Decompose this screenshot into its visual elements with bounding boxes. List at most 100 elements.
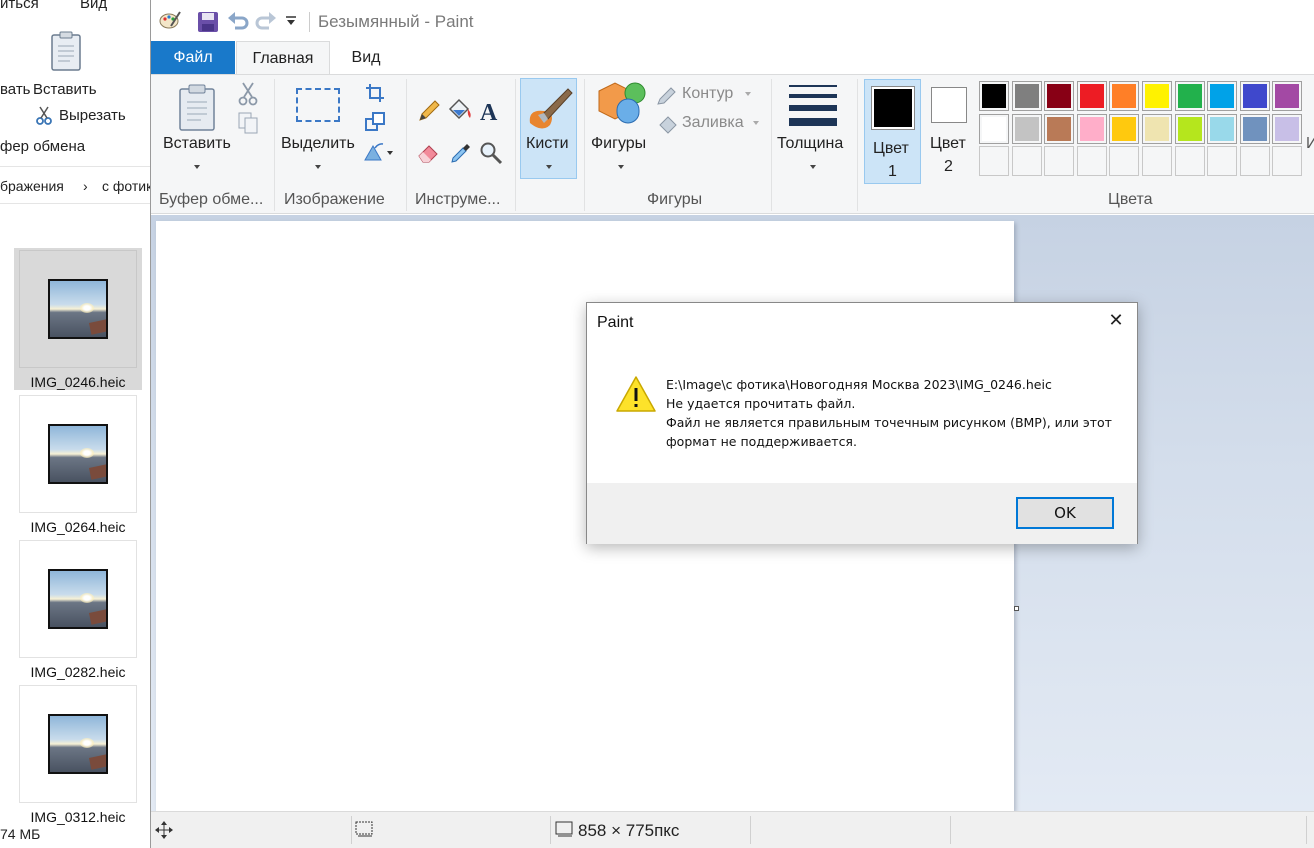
resize-icon[interactable] (365, 112, 385, 132)
paste-button[interactable]: Вставить (163, 135, 231, 153)
explorer-tab-view[interactable]: Вид (80, 0, 107, 12)
palette-color-swatch[interactable] (1207, 113, 1238, 144)
clipboard-group-label: фер обмена (0, 138, 86, 155)
palette-empty-swatch[interactable] (979, 146, 1009, 177)
chevron-down-icon[interactable] (315, 165, 321, 169)
palette-color-swatch[interactable] (1109, 113, 1140, 144)
palette-empty-swatch[interactable] (1044, 146, 1075, 177)
palette-color-swatch[interactable] (1044, 113, 1075, 144)
rotate-icon[interactable] (363, 142, 393, 162)
color2-number[interactable]: 2 (944, 158, 953, 176)
explorer-tab-share[interactable]: иться (0, 0, 39, 12)
palette-color-swatch[interactable] (1011, 113, 1042, 144)
cursor-position-icon (155, 821, 173, 839)
color2-label[interactable]: Цвет (930, 135, 966, 153)
undo-icon[interactable] (227, 12, 249, 30)
palette-empty-swatch[interactable] (1142, 146, 1172, 177)
edit-colors-partial[interactable]: И (1306, 135, 1314, 153)
palette-color-swatch[interactable] (1239, 81, 1270, 111)
color1-button[interactable]: Цвет 1 (864, 79, 921, 184)
cut-button[interactable]: Вырезать (59, 107, 126, 124)
dialog-message-line: формат не поддерживается. (666, 434, 857, 449)
canvas-resize-handle[interactable] (1014, 606, 1019, 611)
ok-button[interactable]: OK (1016, 497, 1114, 529)
paste-label-partial[interactable]: вать (0, 81, 31, 98)
brushes-button[interactable]: Кисти (520, 78, 577, 179)
text-icon[interactable]: A (479, 100, 501, 122)
palette-color-swatch[interactable] (1174, 81, 1205, 111)
fill-bucket-icon[interactable] (446, 97, 474, 123)
shapes-button[interactable]: Фигуры (591, 135, 646, 153)
select-button[interactable]: Выделить (281, 135, 355, 153)
file-item[interactable]: IMG_0312.heic (14, 685, 142, 827)
breadcrumb-item[interactable]: с фотик (102, 178, 152, 194)
file-item[interactable]: IMG_0264.heic (14, 395, 142, 537)
eraser-icon[interactable] (417, 141, 441, 163)
palette-color-swatch[interactable] (1239, 113, 1270, 144)
chevron-down-icon[interactable] (745, 92, 751, 96)
select-icon[interactable] (296, 88, 340, 122)
chevron-down-icon[interactable] (810, 165, 816, 169)
clipboard-paste-icon[interactable] (50, 30, 82, 72)
palette-empty-swatch[interactable] (1272, 146, 1303, 177)
color-picker-icon[interactable] (449, 141, 473, 165)
palette-color-swatch[interactable] (1142, 81, 1172, 111)
image-group-label: Изображение (284, 191, 385, 208)
cut-icon[interactable] (238, 82, 258, 106)
crop-icon[interactable] (365, 83, 385, 103)
photo-thumbnail-image (48, 569, 108, 629)
file-item[interactable]: IMG_0282.heic (14, 540, 142, 682)
ribbon-tabs: Файл Главная Вид (151, 41, 1314, 75)
pencil-icon[interactable] (417, 99, 441, 123)
tab-home[interactable]: Главная (236, 41, 330, 75)
save-icon[interactable] (197, 11, 219, 33)
palette-color-swatch[interactable] (1076, 81, 1107, 111)
palette-empty-swatch[interactable] (1239, 146, 1270, 177)
palette-empty-swatch[interactable] (1207, 146, 1238, 177)
outline-icon[interactable] (656, 86, 678, 106)
paste-button[interactable]: Вставить (33, 81, 97, 98)
color2-button[interactable] (931, 87, 967, 123)
palette-color-swatch[interactable] (1044, 81, 1075, 111)
close-button[interactable]: ✕ (1103, 309, 1129, 333)
title-bar[interactable]: Безымянный - Paint (151, 0, 1314, 41)
palette-color-swatch[interactable] (1272, 81, 1303, 111)
palette-color-swatch[interactable] (1174, 113, 1205, 144)
paint-app-icon[interactable] (159, 10, 181, 30)
palette-color-swatch[interactable] (1076, 113, 1107, 144)
palette-empty-swatch[interactable] (1109, 146, 1140, 177)
fill-icon[interactable] (656, 113, 680, 135)
copy-icon[interactable] (237, 112, 259, 134)
palette-color-swatch[interactable] (1142, 113, 1172, 144)
redo-icon[interactable] (255, 12, 277, 30)
file-thumbnail (19, 250, 137, 368)
paste-icon[interactable] (177, 82, 217, 132)
thickness-button[interactable]: Толщина (777, 135, 843, 153)
breadcrumb-item[interactable]: бражения (0, 178, 64, 194)
dialog-footer: OK (587, 483, 1137, 544)
palette-empty-swatch[interactable] (1011, 146, 1042, 177)
palette-color-swatch[interactable] (979, 81, 1009, 111)
tab-file[interactable]: Файл (151, 41, 235, 75)
palette-empty-swatch[interactable] (1174, 146, 1205, 177)
chevron-down-icon[interactable] (194, 165, 200, 169)
palette-color-swatch[interactable] (1109, 81, 1140, 111)
fill-button[interactable]: Заливка (682, 114, 744, 132)
outline-button[interactable]: Контур (682, 85, 733, 103)
tab-view[interactable]: Вид (331, 41, 401, 75)
magnifier-icon[interactable] (479, 141, 503, 165)
palette-empty-swatch[interactable] (1076, 146, 1107, 177)
customize-quick-access-icon[interactable] (285, 16, 297, 26)
palette-color-swatch[interactable] (979, 113, 1009, 144)
file-thumbnail (19, 685, 137, 803)
palette-color-swatch[interactable] (1011, 81, 1042, 111)
shapes-icon[interactable] (597, 81, 647, 127)
palette-color-swatch[interactable] (1272, 113, 1303, 144)
thickness-icon[interactable] (789, 85, 837, 126)
file-thumbnail (19, 395, 137, 513)
chevron-down-icon[interactable] (753, 121, 759, 125)
palette-color-swatch[interactable] (1207, 81, 1238, 111)
chevron-down-icon[interactable] (618, 165, 624, 169)
breadcrumb-separator[interactable]: › (83, 178, 88, 194)
file-item-selected[interactable]: IMG_0246.heic (14, 248, 142, 390)
